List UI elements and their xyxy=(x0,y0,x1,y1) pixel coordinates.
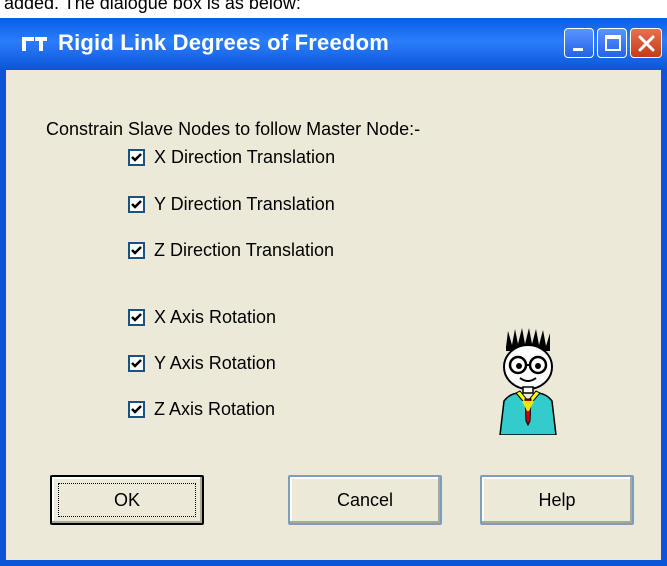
checkmark-icon xyxy=(131,152,142,162)
checkbox-box[interactable] xyxy=(128,241,145,259)
checkbox-label: X Direction Translation xyxy=(154,146,336,167)
maximize-button[interactable] xyxy=(597,28,627,58)
minimize-button[interactable] xyxy=(564,28,594,58)
maximize-icon xyxy=(605,35,621,51)
focus-rectangle xyxy=(58,483,196,517)
checkbox-label: Y Axis Rotation xyxy=(154,352,276,373)
close-icon xyxy=(638,35,655,52)
constraint-prompt: Constrain Slave Nodes to follow Master N… xyxy=(46,119,421,139)
cancel-button[interactable]: Cancel xyxy=(288,475,442,525)
checkmark-icon xyxy=(131,358,142,368)
checkbox-label: Y Direction Translation xyxy=(154,193,335,214)
cancel-button-label: Cancel xyxy=(336,489,394,510)
window-frame-bottom xyxy=(0,560,667,566)
checkbox-label: Z Direction Translation xyxy=(154,239,335,260)
checkmark-icon xyxy=(131,404,142,414)
dialog-body: Constrain Slave Nodes to follow Master N… xyxy=(6,70,661,560)
checkbox-y-axis-rotation[interactable]: Y Axis Rotation xyxy=(128,350,276,376)
ok-button[interactable]: OK xyxy=(50,475,204,525)
checkbox-z-direction-translation[interactable]: Z Direction Translation xyxy=(128,237,334,263)
checkbox-box[interactable] xyxy=(128,354,145,372)
checkbox-x-axis-rotation[interactable]: X Axis Rotation xyxy=(128,304,276,330)
checkbox-box[interactable] xyxy=(128,308,145,326)
window-title: Rigid Link Degrees of Freedom xyxy=(58,30,389,55)
checkbox-box[interactable] xyxy=(128,400,145,418)
checkbox-box[interactable] xyxy=(128,148,145,166)
checkbox-label: Z Axis Rotation xyxy=(154,398,276,419)
minimize-icon xyxy=(573,48,583,51)
app-logo-icon xyxy=(22,37,47,51)
checkmark-icon xyxy=(131,312,142,322)
background-caption: added. The dialogue box is as below: xyxy=(4,0,301,13)
help-button-label: Help xyxy=(538,489,576,510)
help-button[interactable]: Help xyxy=(480,475,634,525)
checkbox-label: X Axis Rotation xyxy=(154,306,277,327)
checkmark-icon xyxy=(131,199,142,209)
checkmark-icon xyxy=(131,245,142,255)
close-button[interactable] xyxy=(630,28,662,58)
title-bar[interactable]: Rigid Link Degrees of Freedom xyxy=(0,18,667,70)
checkbox-x-direction-translation[interactable]: X Direction Translation xyxy=(128,144,335,170)
checkbox-z-axis-rotation[interactable]: Z Axis Rotation xyxy=(128,396,275,422)
checkbox-box[interactable] xyxy=(128,195,145,213)
rigid-link-dialog: Rigid Link Degrees of Freedom Constrain … xyxy=(0,18,667,566)
window-frame-right xyxy=(661,70,667,566)
checkbox-y-direction-translation[interactable]: Y Direction Translation xyxy=(128,191,335,217)
mascot-assistant-icon xyxy=(499,328,557,435)
